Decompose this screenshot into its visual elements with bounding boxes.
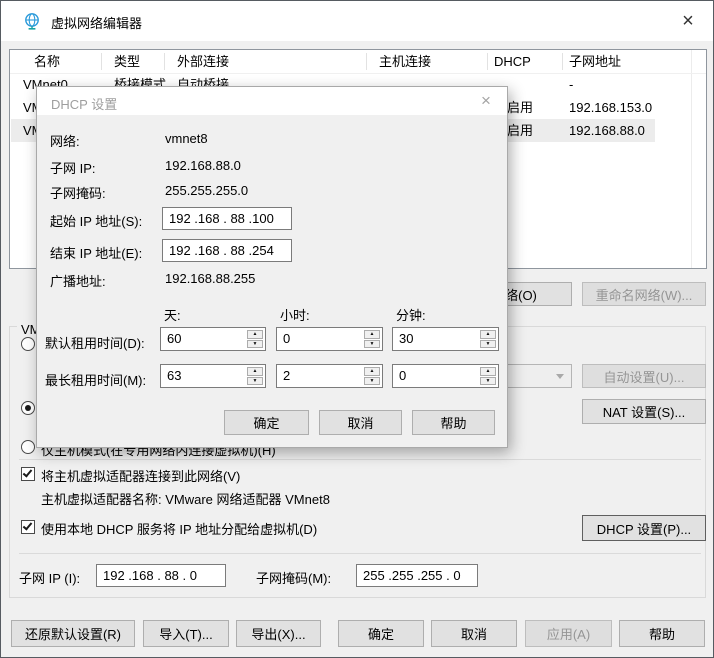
max-lease-minutes-stepper[interactable]: 0 ▲▼ [392, 364, 499, 388]
col-header-subnet: 子网地址 [569, 50, 621, 73]
spin-up-icon[interactable]: ▲ [364, 367, 380, 376]
checkmark-icon [23, 467, 33, 477]
broadcast-value: 192.168.88.255 [165, 271, 255, 286]
cell-subnet: 192.168.153.0 [569, 96, 679, 119]
dialog-cancel-button[interactable]: 取消 [319, 410, 402, 435]
stepper-value: 0 [399, 368, 406, 383]
stepper-value: 0 [283, 331, 290, 346]
start-ip-input[interactable]: 192 .168 . 88 .100 [162, 207, 292, 230]
nat-settings-button[interactable]: NAT 设置(S)... [582, 399, 706, 424]
spin-up-icon[interactable]: ▲ [247, 367, 263, 376]
stepper-value: 60 [167, 331, 181, 346]
stepper-value: 2 [283, 368, 290, 383]
section-divider [19, 553, 701, 554]
radio-nat[interactable] [21, 401, 35, 415]
radio-dot [25, 405, 31, 411]
end-ip-label: 结束 IP 地址(E): [50, 243, 142, 262]
header-separator [164, 53, 165, 70]
cell-subnet: 192.168.88.0 [569, 119, 679, 142]
col-header-external: 外部连接 [177, 50, 229, 73]
subnet-mask-input[interactable]: 255 .255 .255 . 0 [356, 564, 478, 587]
header-separator [101, 53, 102, 70]
col-header-host: 主机连接 [379, 50, 431, 73]
export-button[interactable]: 导出(X)... [236, 620, 321, 647]
spin-down-icon[interactable]: ▼ [247, 377, 263, 386]
default-lease-label: 默认租用时间(D): [45, 333, 145, 352]
network-label: 网络: [50, 131, 80, 150]
spin-up-icon[interactable]: ▲ [247, 330, 263, 339]
subnet-ip-label: 子网 IP (I): [19, 568, 80, 587]
radio-bridged[interactable] [21, 337, 35, 351]
spin-down-icon[interactable]: ▼ [364, 340, 380, 349]
spin-down-icon[interactable]: ▼ [480, 340, 496, 349]
dialog-title: DHCP 设置 [51, 94, 117, 113]
host-adapter-checkbox-label: 将主机虚拟适配器连接到此网络(V) [41, 466, 240, 485]
host-adapter-name-text: 主机虚拟适配器名称: VMware 网络适配器 VMnet8 [41, 489, 330, 508]
help-button[interactable]: 帮助 [619, 620, 705, 647]
dhcp-settings-button[interactable]: DHCP 设置(P)... [582, 515, 706, 541]
hours-column-label: 小时: [280, 305, 310, 324]
apply-button: 应用(A) [525, 620, 612, 647]
window-close-icon[interactable]: × [675, 9, 701, 33]
rename-network-button: 重命名网络(W)... [582, 282, 706, 306]
minutes-column-label: 分钟: [396, 305, 426, 324]
dialog-ok-button[interactable]: 确定 [224, 410, 309, 435]
auto-settings-button: 自动设置(U)... [582, 364, 706, 388]
dhcp-service-checkbox-label: 使用本地 DHCP 服务将 IP 地址分配给虚拟机(D) [41, 519, 317, 538]
broadcast-label: 广播地址: [50, 271, 106, 290]
max-lease-hours-stepper[interactable]: 2 ▲▼ [276, 364, 383, 388]
ok-button[interactable]: 确定 [338, 620, 424, 647]
network-value: vmnet8 [165, 131, 208, 146]
host-adapter-checkbox[interactable] [21, 467, 35, 481]
col-header-dhcp: DHCP [494, 50, 531, 73]
title-bar: 虚拟网络编辑器 × [1, 1, 713, 41]
col-header-type: 类型 [114, 50, 140, 73]
radio-hostonly[interactable] [21, 440, 35, 454]
header-separator [487, 53, 488, 70]
start-ip-label: 起始 IP 地址(S): [50, 211, 142, 230]
default-lease-days-stepper[interactable]: 60 ▲▼ [160, 327, 266, 351]
end-ip-input[interactable]: 192 .168 . 88 .254 [162, 239, 292, 262]
dlg-subnet-mask-value: 255.255.255.0 [165, 183, 248, 198]
spin-up-icon[interactable]: ▲ [364, 330, 380, 339]
max-lease-days-stepper[interactable]: 63 ▲▼ [160, 364, 266, 388]
dhcp-service-checkbox[interactable] [21, 520, 35, 534]
import-button[interactable]: 导入(T)... [143, 620, 229, 647]
max-lease-label: 最长租用时间(M): [45, 370, 146, 389]
network-globe-icon [23, 12, 41, 30]
dhcp-settings-dialog: DHCP 设置 × 网络: vmnet8 子网 IP: 192.168.88.0… [36, 86, 508, 448]
dlg-subnet-mask-label: 子网掩码: [50, 183, 106, 202]
col-header-name: 名称 [34, 50, 60, 73]
dlg-subnet-ip-value: 192.168.88.0 [165, 158, 241, 173]
spin-down-icon[interactable]: ▼ [480, 377, 496, 386]
checkmark-icon [23, 520, 33, 530]
subnet-ip-input[interactable]: 192 .168 . 88 . 0 [96, 564, 226, 587]
header-separator [562, 53, 563, 70]
dlg-subnet-ip-label: 子网 IP: [50, 158, 96, 177]
window-title: 虚拟网络编辑器 [51, 13, 142, 32]
virtual-network-editor-window: 虚拟网络编辑器 × 名称 类型 外部连接 主机连接 DHCP 子网地址 VMne… [0, 0, 714, 658]
spin-down-icon[interactable]: ▼ [364, 377, 380, 386]
dialog-title-bar: DHCP 设置 × [37, 87, 507, 115]
days-column-label: 天: [164, 305, 181, 324]
header-separator [366, 53, 367, 70]
spin-down-icon[interactable]: ▼ [247, 340, 263, 349]
default-lease-minutes-stepper[interactable]: 30 ▲▼ [392, 327, 499, 351]
dialog-close-icon[interactable]: × [475, 90, 497, 112]
default-lease-hours-stepper[interactable]: 0 ▲▼ [276, 327, 383, 351]
subnet-mask-label: 子网掩码(M): [256, 568, 331, 587]
cell-subnet: - [569, 73, 679, 96]
spin-up-icon[interactable]: ▲ [480, 330, 496, 339]
stepper-value: 30 [399, 331, 413, 346]
section-divider [19, 459, 701, 460]
restore-defaults-button[interactable]: 还原默认设置(R) [11, 620, 135, 647]
stepper-value: 63 [167, 368, 181, 383]
chevron-down-icon [556, 374, 564, 379]
dialog-help-button[interactable]: 帮助 [412, 410, 495, 435]
spin-up-icon[interactable]: ▲ [480, 367, 496, 376]
cancel-button[interactable]: 取消 [431, 620, 517, 647]
